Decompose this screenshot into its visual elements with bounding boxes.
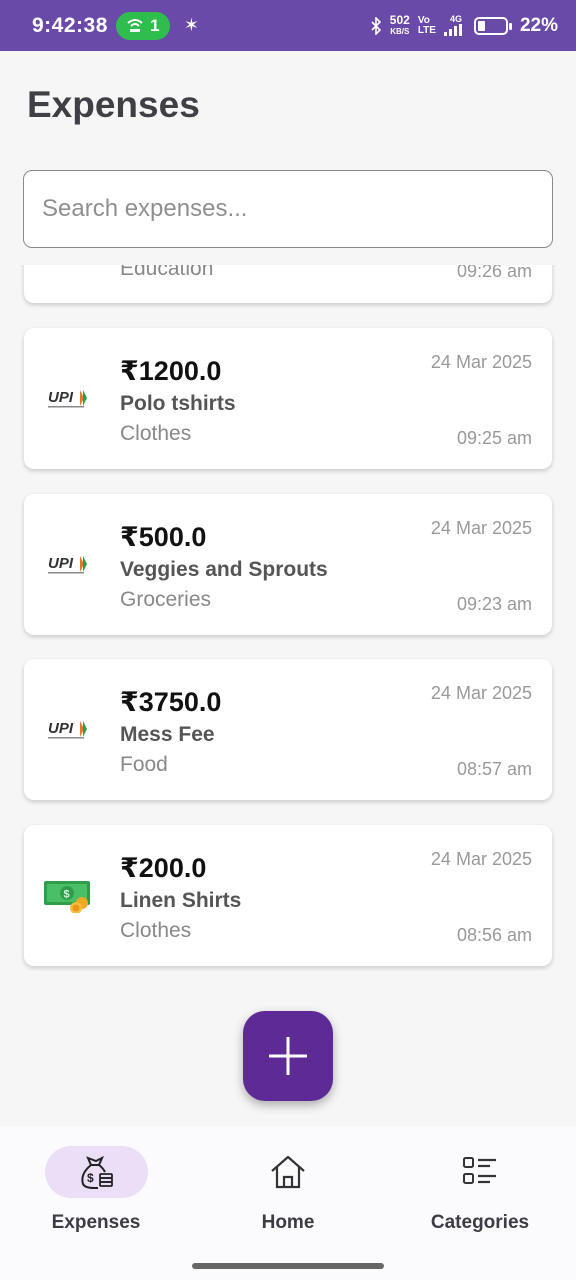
expense-amount: ₹200.0 [120,853,207,883]
svg-text:UPI: UPI [48,720,74,737]
volte-indicator: Vo LTE [417,14,436,36]
upi-logo-icon: UPI [48,720,87,739]
nav-categories-indicator [429,1146,532,1198]
money-bag-icon: $ [81,1155,113,1189]
svg-text:UPI: UPI [48,389,74,406]
nav-home[interactable]: Home [213,1146,363,1234]
search-box[interactable] [23,170,553,248]
expense-title: Linen Shirts [120,889,242,912]
expense-time: 09:26 am [456,265,532,281]
battery-icon [473,16,512,35]
expense-category: Education [120,265,214,280]
nav-categories-label: Categories [430,1212,530,1233]
hotspot-indicator: 1 [115,11,170,40]
expense-card[interactable]: $ ₹200.0 Linen Shirts Clothes 24 Mar 202… [24,825,552,966]
status-icons: 502 KB/S Vo LTE 4G 22% [370,12,558,37]
expense-amount: ₹3750.0 [120,687,222,717]
expense-card[interactable]: UPI ₹3750.0 Mess Fee Food 24 Mar 2025 08… [24,659,552,800]
expense-card[interactable]: UPI ₹1200.0 Polo tshirts Clothes 24 Mar … [24,328,552,469]
expense-date: 24 Mar 2025 [430,849,532,869]
sparkle-icon: ✶ [183,15,199,35]
add-expense-button[interactable] [243,1011,333,1101]
network-type: 4G [449,14,462,24]
expense-list[interactable]: Education 09:26 am UPI ₹1200.0 Polo tshi… [0,265,576,1125]
expense-time: 08:57 am [456,759,532,779]
bluetooth-icon [371,16,381,35]
speed-unit: KB/S [390,26,410,36]
signal-icon [443,24,462,36]
expense-category: Clothes [120,919,192,942]
nav-home-indicator [237,1146,340,1198]
battery-percent: 22% [519,14,558,36]
page-title: Expenses [27,84,200,125]
volte-top: Vo [417,14,430,26]
plus-icon [269,1037,307,1075]
expense-time: 09:23 am [456,594,532,614]
svg-text:UPI: UPI [48,555,74,572]
status-bar: 9:42:38 1 ✶ 502 KB/S Vo LTE 4G 22% [0,0,576,51]
expense-card[interactable]: UPI ₹500.0 Veggies and Sprouts Groceries… [24,494,552,635]
speed-value: 502 [389,12,410,27]
status-time: 9:42:38 [32,13,108,37]
expense-date: 24 Mar 2025 [430,518,532,538]
expense-date: 24 Mar 2025 [430,683,532,703]
expense-amount: ₹500.0 [120,522,207,552]
expense-date: 24 Mar 2025 [430,352,532,372]
nav-expenses-label: Expenses [51,1212,141,1233]
expense-title: Mess Fee [120,723,215,746]
list-icon [463,1157,496,1184]
upi-logo-icon: UPI [48,555,87,574]
hotspot-count: 1 [150,15,160,35]
search-input[interactable] [42,195,552,223]
expense-category: Groceries [120,588,212,611]
bottom-navigation: $ Expenses Home Categories [0,1126,576,1280]
expense-card-partial[interactable]: Education 09:26 am [24,265,552,303]
hotspot-icon [127,18,143,32]
nav-expenses[interactable]: $ Expenses [21,1146,171,1234]
nav-home-label: Home [261,1212,315,1233]
expense-category: Food [120,753,168,776]
svg-text:$: $ [64,889,70,901]
expense-amount: ₹1200.0 [120,356,222,386]
svg-text:$: $ [87,1171,94,1185]
cash-icon: $ [44,881,90,913]
network-speed: 502 KB/S [389,12,410,37]
nav-expenses-indicator: $ [44,1146,148,1198]
home-icon [271,1155,305,1189]
upi-logo-icon: UPI [48,389,87,408]
expense-title: Veggies and Sprouts [120,558,328,581]
home-indicator[interactable] [192,1263,384,1269]
nav-categories[interactable]: Categories [405,1146,555,1234]
expense-category: Clothes [120,422,192,445]
signal-indicator: 4G [443,14,462,36]
expense-title: Polo tshirts [120,392,236,415]
volte-bottom: LTE [417,24,436,36]
expense-time: 08:56 am [456,925,532,945]
expense-time: 09:25 am [456,428,532,448]
